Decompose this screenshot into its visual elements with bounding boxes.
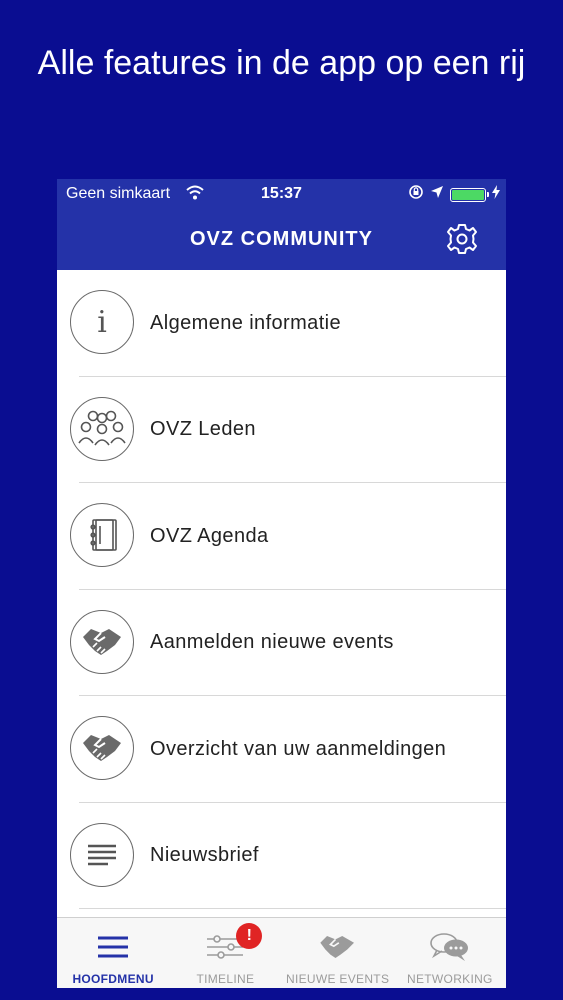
handshake-icon — [318, 930, 358, 964]
gear-icon — [447, 224, 477, 254]
tab-timeline[interactable]: TIMELINE ! — [169, 918, 281, 988]
agenda-icon — [70, 503, 134, 567]
notification-badge: ! — [236, 923, 263, 949]
settings-button[interactable] — [444, 221, 480, 257]
menu-item-label: OVZ Agenda — [150, 524, 269, 547]
tab-label: NETWORKING — [407, 972, 493, 986]
tab-hoofdmenu[interactable]: HOOFDMENU — [57, 918, 169, 988]
main-menu: i Algemene informatie OVZ Leden OVZ Agen… — [57, 270, 506, 909]
charging-bolt-icon — [492, 185, 500, 204]
newsletter-icon — [70, 822, 134, 887]
handshake-icon — [70, 609, 134, 674]
tab-label: TIMELINE — [196, 972, 255, 986]
menu-item-label: Algemene informatie — [150, 311, 342, 334]
battery-icon — [450, 187, 489, 202]
battery-level — [452, 189, 484, 200]
members-icon — [70, 396, 134, 461]
tab-label: NIEUWE EVENTS — [286, 972, 390, 986]
menu-item-label: Overzicht van uw aanmeldingen — [150, 737, 447, 760]
menu-item-aanmelden-nieuwe-events[interactable]: Aanmelden nieuwe events — [57, 590, 506, 697]
status-bar: Geen simkaart 15:37 — [57, 179, 506, 209]
wifi-icon — [186, 184, 204, 207]
menu-item-algemene-informatie[interactable]: i Algemene informatie — [57, 270, 506, 377]
menu-item-label: Aanmelden nieuwe events — [150, 631, 394, 654]
menu-item-label: OVZ Leden — [150, 418, 256, 441]
nav-bar: OVZ COMMUNITY — [57, 209, 506, 270]
rotation-lock-icon — [408, 184, 424, 205]
svg-text:i: i — [97, 305, 107, 340]
menu-item-ovz-leden[interactable]: OVZ Leden — [57, 377, 506, 484]
menu-item-ovz-agenda[interactable]: OVZ Agenda — [57, 483, 506, 590]
hamburger-icon — [97, 930, 129, 964]
handshake-icon — [70, 716, 134, 780]
tab-networking[interactable]: NETWORKING — [394, 918, 506, 988]
info-icon: i — [70, 290, 134, 354]
tab-bar: HOOFDMENU TIMELINE ! NIEUWE EVENTS NETWO… — [57, 917, 506, 988]
app-title: OVZ COMMUNITY — [190, 228, 373, 250]
menu-item-overzicht-aanmeldingen[interactable]: Overzicht van uw aanmeldingen — [57, 696, 506, 803]
status-icons — [408, 184, 500, 205]
promo-headline: Alle features in de app op een rij — [37, 44, 526, 82]
tab-nieuwe-events[interactable]: NIEUWE EVENTS — [282, 918, 394, 988]
tab-label: HOOFDMENU — [72, 972, 154, 986]
menu-item-label: Nieuwsbrief — [150, 844, 259, 867]
carrier-label: Geen simkaart — [66, 185, 171, 202]
menu-item-nieuwsbrief[interactable]: Nieuwsbrief — [57, 803, 506, 910]
location-arrow-icon — [430, 185, 444, 204]
chat-bubbles-icon — [429, 930, 471, 964]
phone-screen: Geen simkaart 15:37 OVZ COMMUNITY i Alge… — [57, 179, 506, 988]
